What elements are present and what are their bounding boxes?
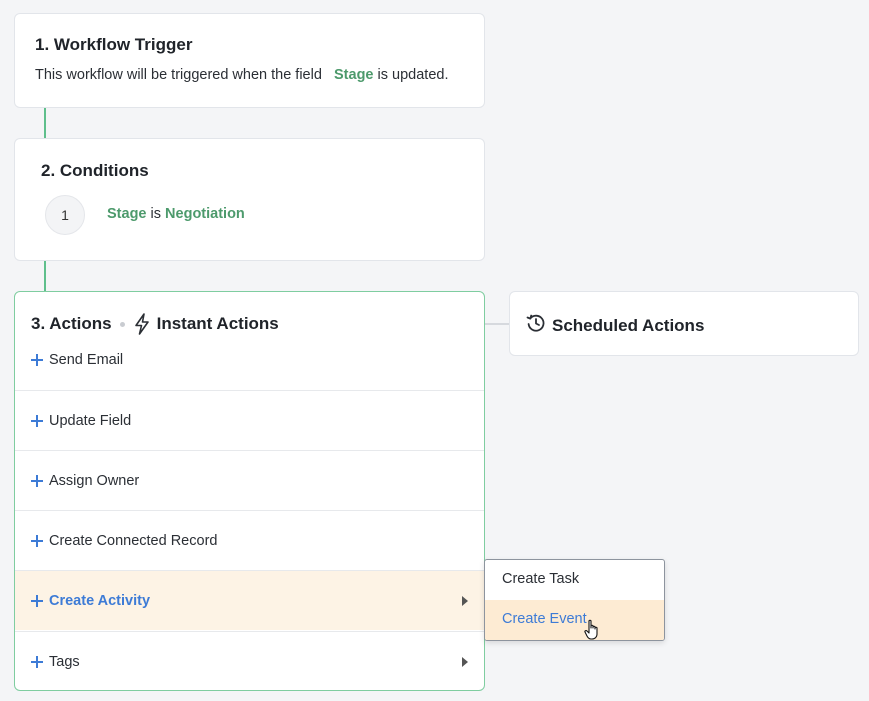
workflow-trigger-card[interactable]: 1. Workflow Trigger This workflow will b… [14, 13, 485, 108]
flow-connector-1 [44, 108, 46, 138]
action-send-email[interactable]: Send Email [15, 330, 484, 390]
action-label: Assign Owner [49, 472, 140, 489]
trigger-title: 1. Workflow Trigger [35, 35, 193, 54]
conditions-card[interactable]: 2. Conditions 1 Stage is Negotiation [14, 138, 485, 261]
scheduled-actions-header: Scheduled Actions [526, 313, 704, 338]
plus-icon [31, 655, 43, 668]
scheduled-actions-card[interactable]: Scheduled Actions [509, 291, 859, 356]
plus-icon [31, 354, 43, 366]
conditions-title: 2. Conditions [41, 161, 149, 180]
action-label: Send Email [49, 352, 124, 368]
separator-dot [119, 321, 125, 327]
action-label: Update Field [49, 412, 132, 429]
condition-value: Negotiation [165, 206, 245, 222]
trigger-field: Stage [334, 67, 374, 83]
menu-item-create-event[interactable]: Create Event [485, 600, 664, 640]
trigger-text-before: This workflow will be triggered when the… [35, 67, 322, 83]
menu-item-create-task[interactable]: Create Task [485, 560, 664, 600]
trigger-description: This workflow will be triggered when the… [35, 67, 448, 83]
caret-right-icon [462, 656, 468, 667]
create-activity-submenu: Create Task Create Event [484, 559, 665, 641]
action-update-field[interactable]: Update Field [15, 390, 484, 450]
condition-text: Stage is Negotiation [107, 206, 245, 222]
action-create-activity[interactable]: Create Activity [15, 570, 484, 630]
caret-right-icon [462, 595, 468, 606]
action-assign-owner[interactable]: Assign Owner [15, 450, 484, 510]
actions-card: 3. Actions Instant Actions Send Email Up… [14, 291, 485, 691]
scheduled-connector [485, 323, 509, 325]
plus-icon [31, 414, 43, 427]
plus-icon [31, 534, 43, 547]
plus-icon [31, 594, 43, 607]
hand-pointer-cursor-icon [584, 619, 602, 641]
condition-field: Stage [107, 206, 147, 222]
condition-number-badge: 1 [45, 195, 85, 235]
plus-icon [31, 474, 43, 487]
clock-refresh-icon [526, 313, 546, 338]
action-create-connected-record[interactable]: Create Connected Record [15, 510, 484, 570]
action-label: Create Activity [49, 592, 151, 609]
flow-connector-2 [44, 261, 46, 291]
action-tags[interactable]: Tags [15, 631, 484, 690]
action-label: Tags [49, 653, 80, 670]
condition-operator: is [150, 206, 162, 222]
trigger-text-after: is updated. [377, 67, 449, 83]
action-label: Create Connected Record [49, 532, 218, 549]
scheduled-actions-label: Scheduled Actions [552, 315, 705, 335]
